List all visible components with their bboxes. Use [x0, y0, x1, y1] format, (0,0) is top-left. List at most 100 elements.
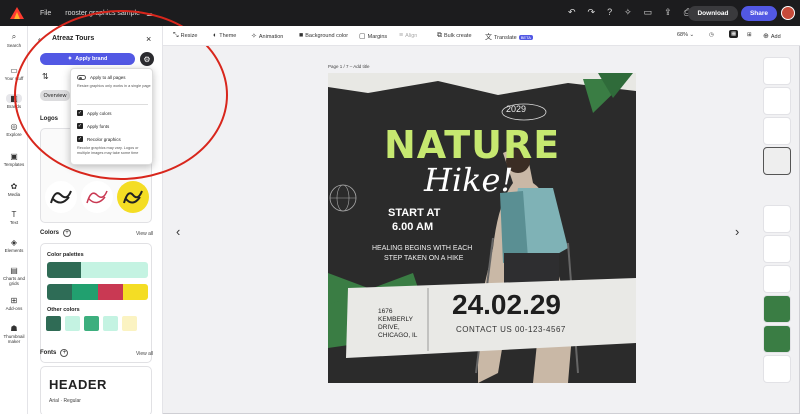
swatch: [122, 284, 148, 300]
avatar[interactable]: [781, 6, 795, 20]
addons-icon: ⊞: [10, 296, 18, 305]
poster-tagline-2: STEP TAKEN ON A HIKE: [384, 255, 464, 262]
swatch: [80, 262, 148, 278]
font-card-header[interactable]: HEADER Arial · Regular: [40, 366, 152, 414]
bulk-create-tool[interactable]: ⧉ Bulk create: [437, 32, 472, 40]
rail-item-search[interactable]: ⌕ Search: [0, 32, 28, 48]
pages-view-icon[interactable]: ▦: [729, 30, 739, 38]
help-icon[interactable]: ?: [607, 7, 612, 18]
logo-thumbnail-2[interactable]: [81, 181, 113, 213]
background-color-tool[interactable]: ■ Background color: [299, 32, 348, 39]
add-font-icon[interactable]: +: [60, 349, 69, 357]
text-icon: T: [11, 210, 17, 219]
rail-item-addons[interactable]: ⊞ Add-ons: [0, 296, 28, 311]
address-line: 1676: [378, 308, 393, 315]
prev-page-arrow-icon[interactable]: ‹: [176, 224, 180, 239]
address-line: DRIVE,: [378, 324, 400, 331]
page-thumbnail[interactable]: [763, 355, 791, 383]
rail-item-templates[interactable]: ▣ Templates: [0, 152, 28, 167]
templates-icon: ▣: [10, 152, 18, 161]
page-thumbnail[interactable]: [763, 265, 791, 293]
poster-address: 1676 KEMBERLY DRIVE, CHICAGO, IL: [378, 308, 417, 340]
add-color-icon[interactable]: +: [63, 229, 72, 237]
poster-canvas[interactable]: 2029 NATURE Hike! START AT 6.00 AM HEALI…: [328, 73, 636, 383]
add-page-button[interactable]: ⊕ Add: [763, 32, 781, 40]
rail-item-thumbnail-maker[interactable]: ☗ Thumbnail maker: [0, 324, 28, 344]
fonts-section-title: Fonts +: [40, 349, 69, 357]
page-thumbnail[interactable]: [763, 205, 791, 233]
translate-icon: 文: [485, 34, 492, 41]
page-thumbnail[interactable]: [763, 117, 791, 145]
fonts-view-all-link[interactable]: View all: [136, 351, 153, 357]
poster-time: 6.00 AM: [392, 221, 434, 233]
page-thumbnail[interactable]: [763, 57, 791, 85]
elements-icon: ◈: [10, 238, 18, 247]
page-thumbnail[interactable]: [763, 325, 791, 353]
rail-item-charts[interactable]: ▤ Charts and grids: [0, 266, 28, 286]
poster-hike-text: Hike!: [424, 161, 514, 199]
swatch: [72, 284, 98, 300]
editor-toolbar: ⤡ Resize ◐ Theme ✧ Animation ■ Background co…: [163, 26, 800, 46]
lightbulb-icon[interactable]: ✧: [624, 7, 632, 18]
zoom-level[interactable]: 68% ⌄: [677, 32, 694, 38]
poster-artwork: [328, 73, 636, 383]
search-icon: ⌕: [11, 32, 17, 41]
timer-icon[interactable]: ◷: [709, 32, 714, 38]
other-color-swatch[interactable]: [103, 316, 118, 331]
translate-tool[interactable]: 文 Translate BETA: [485, 32, 533, 42]
share-button[interactable]: Share: [741, 6, 777, 21]
other-colors-label: Other colors: [47, 307, 80, 313]
color-palettes-label: Color palettes: [47, 252, 84, 258]
thumbnail-icon: ☗: [10, 324, 18, 333]
animation-tool[interactable]: ✧ Animation: [251, 32, 283, 40]
other-color-swatch[interactable]: [46, 316, 61, 331]
other-color-swatch[interactable]: [122, 316, 137, 331]
other-color-swatch[interactable]: [65, 316, 80, 331]
adobe-express-logo[interactable]: [10, 7, 24, 19]
redo-icon[interactable]: ↷: [588, 7, 596, 18]
rail-item-elements[interactable]: ◈ Elements: [0, 238, 28, 253]
swatch: [97, 284, 123, 300]
poster-contact: CONTACT US 00-123-4567: [456, 325, 566, 334]
logo-thumbnail-1[interactable]: [45, 181, 77, 213]
logo-thumbnail-3[interactable]: [117, 181, 149, 213]
margins-tool[interactable]: ▢ Margins: [359, 32, 387, 40]
animation-icon: ✧: [251, 33, 257, 40]
header-font-sample: HEADER: [49, 377, 107, 392]
file-menu[interactable]: File: [40, 10, 51, 17]
page-thumbnail[interactable]: [763, 87, 791, 115]
bulk-create-icon: ⧉: [437, 32, 442, 39]
header-font-name: Arial · Regular: [49, 398, 81, 404]
rail-item-media[interactable]: ✿ Media: [0, 182, 28, 197]
beta-badge: BETA: [518, 35, 533, 40]
grid-view-icon[interactable]: ⊞: [747, 32, 752, 38]
comment-icon[interactable]: ▭: [644, 7, 653, 18]
next-page-arrow-icon[interactable]: ›: [735, 224, 739, 239]
page-label[interactable]: Page 1 / 7 – Add title: [328, 64, 370, 69]
download-button[interactable]: Download: [688, 6, 738, 21]
other-color-swatch[interactable]: [84, 316, 99, 331]
media-icon: ✿: [10, 182, 18, 191]
swatch: [47, 284, 73, 300]
align-icon: ≡: [399, 32, 404, 39]
palette-row-1[interactable]: [47, 262, 148, 278]
page-thumbnails: [763, 57, 793, 387]
poster-tagline-1: HEALING BEGINS WITH EACH: [372, 245, 473, 252]
poster-date: 24.02.29: [452, 289, 561, 320]
resize-tool[interactable]: ⤡ Resize: [173, 32, 197, 40]
align-tool[interactable]: ≡ Align: [399, 32, 417, 39]
share-link-icon[interactable]: ⇪: [664, 7, 672, 18]
rail-item-text[interactable]: T Text: [0, 210, 28, 225]
palette-row-2[interactable]: [47, 284, 148, 300]
background-icon: ■: [299, 32, 304, 39]
undo-icon[interactable]: ↶: [568, 7, 576, 18]
address-line: KEMBERLY: [378, 316, 413, 323]
colors-view-all-link[interactable]: View all: [136, 231, 153, 237]
color-palettes-box: Color palettes Other colors: [40, 243, 152, 363]
poster-year: 2029: [506, 104, 527, 114]
page-thumbnail[interactable]: [763, 235, 791, 263]
poster-start-at: START AT: [388, 207, 441, 219]
page-thumbnail-active[interactable]: [763, 147, 791, 175]
theme-tool[interactable]: ◐ Theme: [213, 32, 236, 39]
page-thumbnail[interactable]: [763, 295, 791, 323]
